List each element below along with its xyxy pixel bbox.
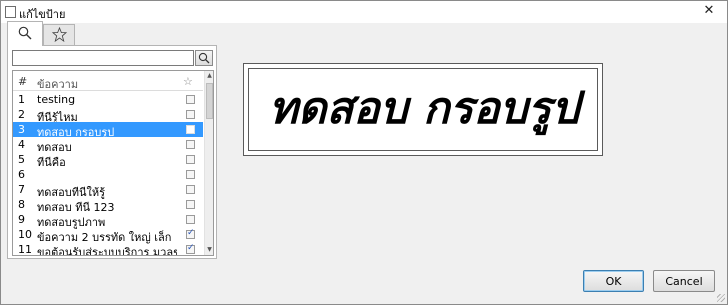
row-number: 10 bbox=[18, 228, 32, 241]
row-text: testing bbox=[37, 93, 76, 106]
dialog-window: แก้ไขป้าย ✕ # ข้อความ ☆ 1 testing 2 ทีนี… bbox=[0, 0, 728, 305]
header-number[interactable]: # bbox=[18, 75, 27, 88]
table-row-selected[interactable]: 3 ทดสอบ กรอบรูป bbox=[13, 122, 203, 139]
magnifier-icon bbox=[198, 52, 210, 64]
row-number: 1 bbox=[18, 93, 25, 106]
table-row[interactable]: 9 ทดสอบรูปภาพ bbox=[13, 212, 203, 229]
message-list[interactable]: # ข้อความ ☆ 1 testing 2 ทีนีรู้ไหม 3 ทดส… bbox=[12, 70, 214, 256]
favorite-checkbox[interactable] bbox=[186, 243, 195, 254]
favorite-checkbox[interactable] bbox=[186, 185, 195, 194]
row-number: 4 bbox=[18, 138, 25, 151]
row-number: 2 bbox=[18, 108, 25, 121]
search-button[interactable] bbox=[195, 50, 213, 66]
table-row[interactable]: 2 ทีนีรู้ไหม bbox=[13, 107, 203, 124]
list-header: # ข้อความ ☆ bbox=[13, 71, 203, 91]
table-row[interactable]: 4 ทดสอบ bbox=[13, 137, 203, 154]
table-row[interactable]: 7 ทดสอบทีนีให้รู้ bbox=[13, 182, 203, 199]
table-row[interactable]: 1 testing bbox=[13, 92, 203, 107]
header-text[interactable]: ข้อความ bbox=[37, 75, 78, 93]
ok-button[interactable]: OK bbox=[583, 270, 644, 292]
row-number: 6 bbox=[18, 168, 25, 181]
title-bar[interactable]: แก้ไขป้าย ✕ bbox=[1, 1, 727, 23]
row-text: ขอต้อนรับสู่ระบบบริการ มวลชน bbox=[37, 246, 177, 256]
tab-favorites[interactable] bbox=[43, 24, 75, 45]
preview-text: ทดสอบ กรอบรูป bbox=[268, 83, 580, 134]
row-number: 11 bbox=[18, 243, 32, 256]
row-number: 9 bbox=[18, 213, 25, 226]
row-number: 8 bbox=[18, 198, 25, 211]
list-scrollbar[interactable]: ▲ ▼ bbox=[204, 71, 213, 255]
header-favorite[interactable]: ☆ bbox=[183, 75, 193, 88]
star-icon bbox=[51, 26, 67, 43]
table-row[interactable]: 8 ทดสอบ ทีนี 123 bbox=[13, 197, 203, 214]
favorite-checkbox[interactable] bbox=[186, 110, 195, 119]
favorite-checkbox[interactable] bbox=[186, 125, 195, 134]
tab-search[interactable] bbox=[7, 21, 43, 46]
favorite-checkbox[interactable] bbox=[186, 140, 195, 149]
resize-grip[interactable] bbox=[717, 294, 725, 302]
favorite-checkbox[interactable] bbox=[186, 228, 195, 239]
row-number: 3 bbox=[18, 123, 25, 136]
close-icon[interactable]: ✕ bbox=[697, 2, 721, 20]
scroll-thumb[interactable] bbox=[206, 83, 213, 119]
preview-inner-border: ทดสอบ กรอบรูป bbox=[248, 68, 598, 151]
label-preview: ทดสอบ กรอบรูป bbox=[243, 63, 603, 156]
table-row[interactable]: 11 ขอต้อนรับสู่ระบบบริการ มวลชน bbox=[13, 242, 203, 256]
table-row[interactable]: 5 ทีนีคือ bbox=[13, 152, 203, 169]
favorite-checkbox[interactable] bbox=[186, 95, 195, 104]
scroll-down-arrow-icon[interactable]: ▼ bbox=[205, 245, 213, 255]
favorite-checkbox[interactable] bbox=[186, 200, 195, 209]
favorite-checkbox[interactable] bbox=[186, 170, 195, 179]
scroll-up-arrow-icon[interactable]: ▲ bbox=[205, 71, 213, 81]
cancel-button[interactable]: Cancel bbox=[653, 270, 715, 292]
favorite-checkbox[interactable] bbox=[186, 155, 195, 164]
app-icon bbox=[5, 6, 16, 18]
row-number: 7 bbox=[18, 183, 25, 196]
favorite-checkbox[interactable] bbox=[186, 215, 195, 224]
table-row[interactable]: 10 ข้อความ 2 บรรทัด ใหญ่ เล็ก bbox=[13, 227, 203, 244]
search-input[interactable] bbox=[12, 50, 194, 66]
row-number: 5 bbox=[18, 153, 25, 166]
search-panel: # ข้อความ ☆ 1 testing 2 ทีนีรู้ไหม 3 ทดส… bbox=[7, 45, 217, 259]
search-icon bbox=[18, 26, 32, 40]
table-row[interactable]: 6 bbox=[13, 167, 203, 182]
